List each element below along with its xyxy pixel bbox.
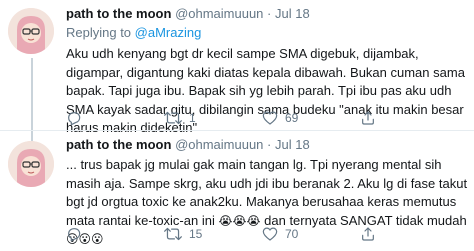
like-button[interactable]: 69 xyxy=(262,110,298,126)
avatar-illustration xyxy=(8,8,54,54)
user-handle[interactable]: @ohmaimuuun xyxy=(175,6,263,21)
reply-icon xyxy=(68,228,81,242)
avatar-illustration xyxy=(8,141,54,187)
thread-connector xyxy=(31,131,33,141)
tweet-date[interactable]: Jul 18 xyxy=(275,137,310,152)
tweet-header: path to the moon @ohmaimuuun · Jul 18 xyxy=(66,6,468,22)
reply-button[interactable] xyxy=(66,226,89,242)
retweet-icon xyxy=(164,111,182,125)
tweet[interactable]: path to the moon @ohmaimuuun · Jul 18 Re… xyxy=(0,0,474,135)
tweet-header: path to the moon @ohmaimuuun · Jul 18 xyxy=(66,137,468,153)
like-button[interactable]: 70 xyxy=(262,226,298,242)
heart-icon xyxy=(262,227,278,241)
tweet-actions: 1 69 xyxy=(66,110,466,128)
retweet-icon xyxy=(164,227,182,241)
like-count: 69 xyxy=(285,111,299,125)
tweet-date[interactable]: Jul 18 xyxy=(275,6,310,21)
share-button[interactable] xyxy=(360,226,376,242)
retweet-count: 1 xyxy=(189,111,196,125)
retweet-button[interactable]: 1 xyxy=(164,110,196,126)
reply-mention-link[interactable]: @aMrazing xyxy=(135,25,202,40)
thread-connector xyxy=(31,58,33,131)
user-handle[interactable]: @ohmaimuuun xyxy=(175,137,263,152)
like-count: 70 xyxy=(285,227,299,241)
replying-to-label: Replying to xyxy=(66,25,132,40)
reply-icon xyxy=(68,112,81,126)
share-icon xyxy=(362,111,374,125)
reply-button[interactable] xyxy=(66,110,89,126)
retweet-button[interactable]: 15 xyxy=(164,226,202,242)
retweet-count: 15 xyxy=(189,227,203,241)
avatar[interactable] xyxy=(8,141,54,187)
heart-icon xyxy=(262,111,278,125)
tweet-actions: 15 70 xyxy=(66,226,466,244)
share-button[interactable] xyxy=(360,110,376,126)
share-icon xyxy=(362,227,374,241)
display-name[interactable]: path to the moon xyxy=(66,137,171,152)
tweet[interactable]: path to the moon @ohmaimuuun · Jul 18 ..… xyxy=(0,131,474,251)
avatar[interactable] xyxy=(8,8,54,54)
separator-dot: · xyxy=(267,6,272,21)
replying-to: Replying to @aMrazing xyxy=(66,25,468,41)
display-name[interactable]: path to the moon xyxy=(66,6,171,21)
separator-dot: · xyxy=(267,137,272,152)
